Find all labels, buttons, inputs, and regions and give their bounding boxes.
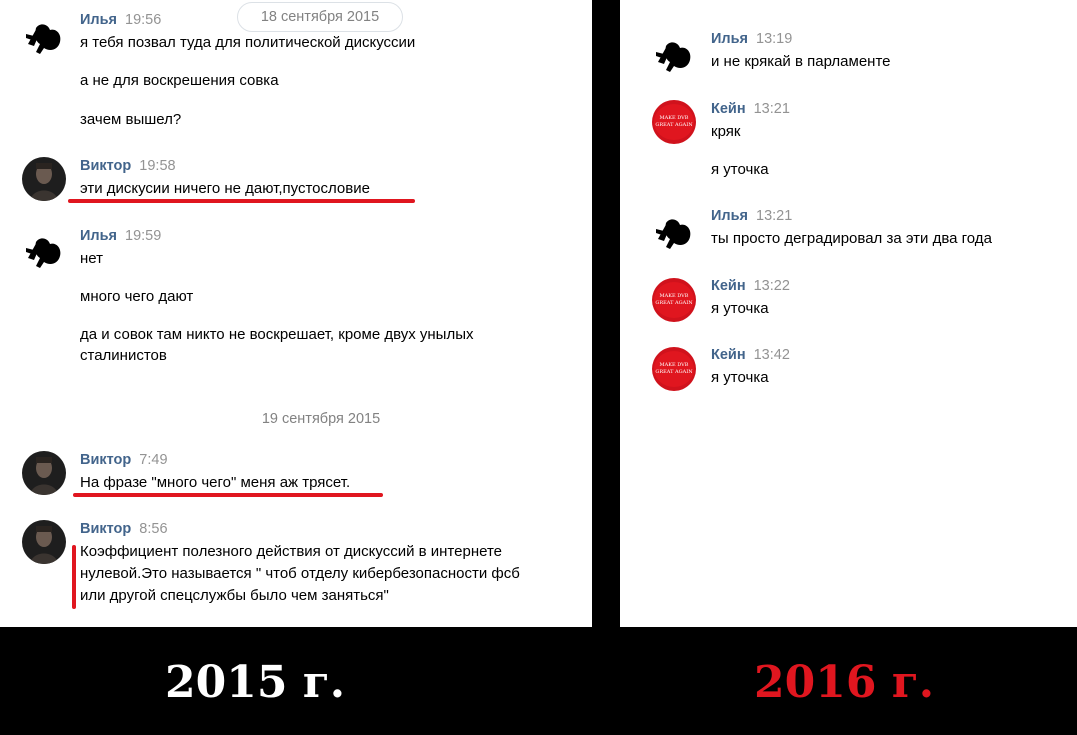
message-text: нулевой.Это называется " чтоб отделу киб… <box>80 565 520 582</box>
message-header: Кейн 13:22 <box>711 278 790 294</box>
svg-text:GREAT AGAIN: GREAT AGAIN <box>655 122 693 128</box>
message-time: 13:22 <box>753 278 790 294</box>
silhouette-icon <box>652 209 696 253</box>
message-header: Виктор 7:49 <box>80 452 168 468</box>
chat-panel-2016: Илья 13:19 и не крякай в парламенте MAKE … <box>620 0 1077 627</box>
message-time: 19:59 <box>125 228 162 244</box>
avatar-kane[interactable]: MAKE DVB GREAT AGAIN <box>652 278 696 322</box>
message-text: ты просто деградировал за эти два года <box>711 230 992 247</box>
highlight-underline <box>73 493 383 497</box>
year-caption-2015: 2015 г. <box>165 657 346 708</box>
message-time: 19:56 <box>125 12 162 28</box>
message-header: Виктор 19:58 <box>80 158 176 174</box>
svg-text:GREAT AGAIN: GREAT AGAIN <box>655 369 693 375</box>
author-name[interactable]: Кейн <box>711 347 746 363</box>
avatar-ilya[interactable] <box>652 32 696 76</box>
svg-text:MAKE DVB: MAKE DVB <box>660 362 689 368</box>
avatar-viktor[interactable] <box>22 157 66 201</box>
svg-text:GREAT AGAIN: GREAT AGAIN <box>655 300 693 306</box>
message-text: я уточка <box>711 161 769 178</box>
avatar-ilya[interactable] <box>22 228 66 272</box>
message-text: сталинистов <box>80 347 167 364</box>
message-text: На фразе "много чего" меня аж трясет. <box>80 474 351 491</box>
message-text: я уточка <box>711 369 769 386</box>
message-text: зачем вышел? <box>80 111 182 128</box>
message-header: Виктор 8:56 <box>80 521 168 537</box>
svg-text:MAKE DVB: MAKE DVB <box>660 115 689 121</box>
portrait-icon <box>22 451 66 495</box>
author-name[interactable]: Виктор <box>80 158 131 174</box>
message-text: да и совок там никто не воскрешает, кром… <box>80 326 474 343</box>
message-header: Кейн 13:21 <box>711 101 790 117</box>
message-header: Илья 19:59 <box>80 228 161 244</box>
svg-text:MAKE DVB: MAKE DVB <box>660 293 689 299</box>
year-caption-2016: 2016 г. <box>754 657 935 708</box>
author-name[interactable]: Илья <box>711 31 748 47</box>
avatar-viktor[interactable] <box>22 520 66 564</box>
message-text: нет <box>80 250 103 267</box>
avatar-ilya[interactable] <box>652 209 696 253</box>
message-time: 13:21 <box>753 101 790 117</box>
avatar-ilya[interactable] <box>22 14 66 58</box>
silhouette-icon <box>652 32 696 76</box>
silhouette-icon <box>22 228 66 272</box>
message-text: я тебя позвал туда для политической диск… <box>80 34 416 51</box>
portrait-icon <box>22 520 66 564</box>
message-header: Илья 13:19 <box>711 31 792 47</box>
author-name[interactable]: Виктор <box>80 521 131 537</box>
message-text: а не для воскрешения совка <box>80 72 279 89</box>
author-name[interactable]: Илья <box>80 12 117 28</box>
message-header: Илья 13:21 <box>711 208 792 224</box>
date-separator: 18 сентября 2015 <box>237 2 403 32</box>
author-name[interactable]: Кейн <box>711 101 746 117</box>
message-text: и не крякай в парламенте <box>711 53 891 70</box>
message-time: 13:21 <box>756 208 793 224</box>
message-time: 8:56 <box>139 521 168 537</box>
red-cap-icon: MAKE DVB GREAT AGAIN <box>652 347 696 391</box>
message-text: эти дискусии ничего не дают,пустословие <box>80 180 370 197</box>
chat-panel-2015: 18 сентября 2015 Илья 19:56 я тебя позвал… <box>0 0 592 627</box>
avatar-viktor[interactable] <box>22 451 66 495</box>
author-name[interactable]: Кейн <box>711 278 746 294</box>
message-header: Илья 19:56 <box>80 12 161 28</box>
message-time: 19:58 <box>139 158 176 174</box>
silhouette-icon <box>22 14 66 58</box>
red-cap-icon: MAKE DVB GREAT AGAIN <box>652 100 696 144</box>
portrait-icon <box>22 157 66 201</box>
message-time: 13:19 <box>756 31 793 47</box>
highlight-bar <box>72 545 76 609</box>
message-time: 13:42 <box>753 347 790 363</box>
message-text: Коэффициент полезного действия от дискус… <box>80 543 502 560</box>
red-cap-icon: MAKE DVB GREAT AGAIN <box>652 278 696 322</box>
highlight-underline <box>68 199 415 203</box>
message-text: я уточка <box>711 300 769 317</box>
message-text: много чего дают <box>80 288 194 305</box>
message-header: Кейн 13:42 <box>711 347 790 363</box>
author-name[interactable]: Илья <box>80 228 117 244</box>
avatar-kane[interactable]: MAKE DVB GREAT AGAIN <box>652 100 696 144</box>
message-text: кряк <box>711 123 741 140</box>
author-name[interactable]: Илья <box>711 208 748 224</box>
message-text: или другой спецслужбы было чем заняться" <box>80 587 389 604</box>
message-time: 7:49 <box>139 452 168 468</box>
avatar-kane[interactable]: MAKE DVB GREAT AGAIN <box>652 347 696 391</box>
author-name[interactable]: Виктор <box>80 452 131 468</box>
date-separator: 19 сентября 2015 <box>261 411 381 427</box>
